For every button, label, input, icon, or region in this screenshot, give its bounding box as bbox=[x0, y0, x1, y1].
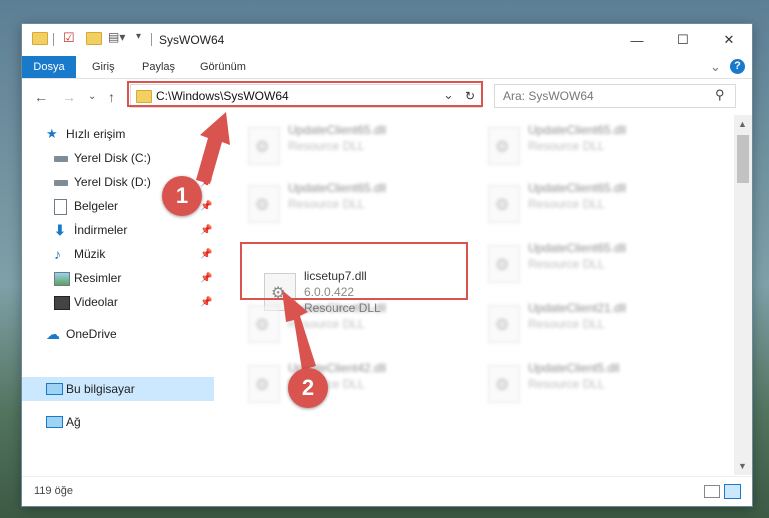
arrow-1 bbox=[196, 112, 230, 184]
callout-badge-1: 1 bbox=[162, 176, 202, 216]
arrow-2 bbox=[282, 290, 316, 370]
callout-arrows bbox=[196, 112, 316, 370]
callout-badge-2: 2 bbox=[288, 368, 328, 408]
